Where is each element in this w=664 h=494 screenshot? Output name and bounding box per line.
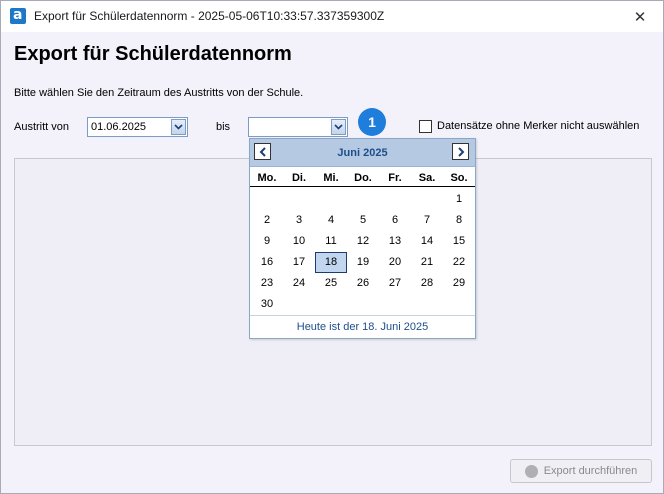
next-month-button[interactable] <box>452 143 469 160</box>
calendar-day[interactable]: 27 <box>379 273 411 294</box>
calendar-day[interactable]: 18 <box>315 252 347 273</box>
app-icon <box>10 7 26 24</box>
to-dropdown-button[interactable] <box>331 119 346 135</box>
calendar-week-row: 2345678 <box>251 210 475 231</box>
calendar-header: Juni 2025 <box>250 139 475 167</box>
calendar-empty-cell <box>411 189 443 210</box>
calendar-day[interactable]: 3 <box>283 210 315 231</box>
dialog-window: Export für Schülerdatennorm - 2025-05-06… <box>0 0 664 494</box>
calendar-day[interactable]: 1 <box>443 189 475 210</box>
from-label: Austritt von <box>14 121 70 133</box>
calendar-day[interactable]: 7 <box>411 210 443 231</box>
calendar-day[interactable]: 10 <box>283 231 315 252</box>
calendar-day[interactable]: 12 <box>347 231 379 252</box>
no-marker-checkbox[interactable] <box>419 120 432 133</box>
calendar-popup: Juni 2025 Mo. Di. Mi. Do. Fr. Sa. So. 12345678… <box>249 138 476 339</box>
calendar-day[interactable]: 6 <box>379 210 411 231</box>
calendar-empty-cell <box>283 294 315 315</box>
calendar-day[interactable]: 15 <box>443 231 475 252</box>
calendar-day[interactable]: 16 <box>251 252 283 273</box>
from-date-picker[interactable]: 01.06.2025 <box>87 117 188 137</box>
calendar-empty-cell <box>347 294 379 315</box>
weekday-label: Mi. <box>323 172 339 184</box>
from-date-value[interactable]: 01.06.2025 <box>91 121 146 133</box>
calendar-day[interactable]: 19 <box>347 252 379 273</box>
calendar-day[interactable]: 30 <box>251 294 283 315</box>
weekday-label: Sa. <box>418 172 436 184</box>
calendar-empty-cell <box>443 294 475 315</box>
calendar-weekday-header: Mo. Di. Mi. Do. Fr. Sa. So. <box>250 169 475 187</box>
calendar-empty-cell <box>379 189 411 210</box>
step-marker-badge: 1 <box>358 108 386 136</box>
to-date-picker[interactable] <box>248 117 348 137</box>
to-label: bis <box>216 121 231 133</box>
calendar-week-row: 9 10 11 12 13 14 15 <box>251 231 475 252</box>
page-title: Export für Schülerdatennorm <box>14 43 292 65</box>
no-marker-checkbox-label[interactable]: Datensätze ohne Merker nicht auswählen <box>437 120 639 132</box>
calendar-day[interactable]: 22 <box>443 252 475 273</box>
calendar-day[interactable]: 25 <box>315 273 347 294</box>
calendar-day[interactable]: 9 <box>251 231 283 252</box>
weekday-label: Di. <box>291 172 307 184</box>
calendar-day[interactable]: 14 <box>411 231 443 252</box>
today-link[interactable]: Heute ist der 18. Juni 2025 <box>250 315 475 338</box>
calendar-day[interactable]: 20 <box>379 252 411 273</box>
calendar-week-row: 30 <box>251 294 475 315</box>
weekday-label: So. <box>450 172 468 184</box>
calendar-month-label: Juni 2025 <box>337 147 388 159</box>
calendar-day[interactable]: 4 <box>315 210 347 231</box>
calendar-day[interactable]: 11 <box>315 231 347 252</box>
export-button-label: Export durchführen <box>543 465 638 477</box>
calendar-day[interactable]: 29 <box>443 273 475 294</box>
calendar-day[interactable]: 21 <box>411 252 443 273</box>
calendar-day[interactable]: 17 <box>283 252 315 273</box>
calendar-empty-cell <box>315 189 347 210</box>
calendar-empty-cell <box>379 294 411 315</box>
weekday-label: Mo. <box>257 172 277 184</box>
calendar-week-row: 1 <box>251 189 475 210</box>
calendar-empty-cell <box>251 189 283 210</box>
calendar-day[interactable]: 13 <box>379 231 411 252</box>
calendar-day[interactable]: 28 <box>411 273 443 294</box>
calendar-day[interactable]: 8 <box>443 210 475 231</box>
calendar-week-row: 16 17 18 19 20 21 22 <box>251 252 475 273</box>
calendar-day[interactable]: 24 <box>283 273 315 294</box>
calendar-day[interactable]: 23 <box>251 273 283 294</box>
calendar-week-row: 23 24 25 26 27 28 29 <box>251 273 475 294</box>
calendar-day-grid: 1 2 3 4 5 6 7 8 9 10 11 12 13 14 15 16 17 18 19 20 21 22 23 24 2… <box>251 189 475 315</box>
calendar-day[interactable]: 26 <box>347 273 379 294</box>
calendar-empty-cell <box>347 189 379 210</box>
window-title: Export für Schülerdatennorm - 2025-05-06… <box>34 9 385 23</box>
close-button[interactable]: ✕ <box>617 1 663 32</box>
weekday-label: Do. <box>354 172 372 184</box>
from-dropdown-button[interactable] <box>171 119 186 135</box>
instruction-text: Bitte wählen Sie den Zeitraum des Austri… <box>14 87 304 99</box>
chevron-down-icon <box>174 124 183 130</box>
export-icon <box>524 464 538 478</box>
calendar-day[interactable]: 2 <box>251 210 283 231</box>
weekday-label: Fr. <box>388 172 402 184</box>
title-bar: Export für Schülerdatennorm - 2025-05-06… <box>1 1 663 32</box>
calendar-day[interactable]: 5 <box>347 210 379 231</box>
chevron-down-icon <box>334 124 343 130</box>
calendar-empty-cell <box>283 189 315 210</box>
chevron-right-icon <box>457 146 464 157</box>
export-button[interactable]: Export durchführen <box>510 459 652 483</box>
calendar-empty-cell <box>315 294 347 315</box>
calendar-empty-cell <box>411 294 443 315</box>
